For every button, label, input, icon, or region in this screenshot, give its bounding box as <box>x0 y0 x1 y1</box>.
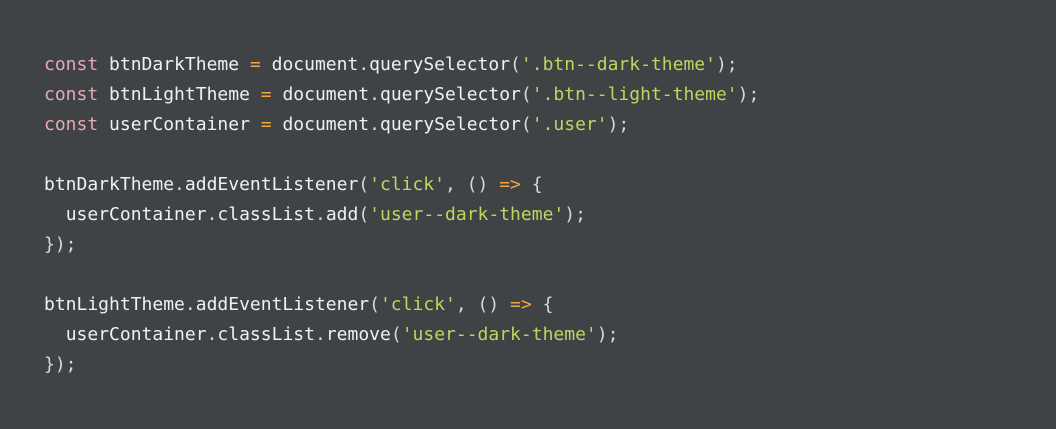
code-token-string: '.btn--dark-theme' <box>520 54 716 75</box>
code-token-prop: classList <box>217 324 315 345</box>
code-line: const btnDarkTheme = document.querySelec… <box>44 50 1056 80</box>
code-token-ident: userContainer <box>65 204 207 225</box>
code-token-punct: ); <box>564 204 586 225</box>
code-line: const btnLightTheme = document.querySele… <box>44 80 1056 110</box>
code-token-punct: , <box>455 294 478 315</box>
code-token-prop: querySelector <box>369 54 511 75</box>
code-token-string: 'user--dark-theme' <box>369 204 565 225</box>
code-token-prop: querySelector <box>380 84 521 105</box>
code-token-punct: ); <box>737 84 760 105</box>
code-token-punct: }); <box>44 354 77 375</box>
code-block: const btnDarkTheme = document.querySelec… <box>0 0 1056 429</box>
code-token-punct: }); <box>44 234 77 255</box>
code-token-ident: btnLightTheme <box>44 294 185 315</box>
code-token-op: = <box>249 54 261 75</box>
code-token-punct: ); <box>607 114 630 135</box>
code-line: btnLightTheme.addEventListener('click', … <box>44 290 1056 320</box>
code-token-keyword: const <box>44 114 99 135</box>
code-token-ident: btnLightTheme <box>109 84 250 105</box>
code-token-ident: document <box>282 84 370 105</box>
code-token-string: '.btn--light-theme' <box>531 84 738 105</box>
code-token-ident: userContainer <box>109 114 250 135</box>
code-token-string: 'click' <box>379 294 456 315</box>
code-line: }); <box>44 230 1056 260</box>
code-token-punct: ( <box>358 204 370 225</box>
code-token-prop: addEventListener <box>195 294 370 315</box>
code-token-op: => <box>510 294 532 315</box>
code-token-prop: remove <box>325 324 391 345</box>
code-token-punct: . <box>206 204 218 225</box>
code-token-ident: userContainer <box>65 324 207 345</box>
code-token-punct: ( <box>520 84 532 105</box>
code-token-punct: . <box>369 84 380 105</box>
code-token-punct: ( <box>369 294 380 315</box>
code-token-prop: addEventListener <box>184 174 359 195</box>
code-line: }); <box>44 350 1056 380</box>
code-token-punct: , <box>444 174 467 195</box>
code-token-keyword: const <box>44 54 99 75</box>
code-token-op: => <box>499 174 521 195</box>
code-line: userContainer.classList.add('user--dark-… <box>44 200 1056 230</box>
code-token-ident: document <box>271 54 359 75</box>
code-token-punct: ( <box>510 54 521 75</box>
code-token-ident: btnDarkTheme <box>44 174 175 195</box>
code-token-punct: . <box>358 54 370 75</box>
code-token-punct: ( <box>390 324 402 345</box>
code-token-prop: add <box>325 204 359 225</box>
code-token-punct: . <box>174 174 185 195</box>
code-line: const userContainer = document.querySele… <box>44 110 1056 140</box>
code-token-punct: . <box>206 324 218 345</box>
code-token-keyword: const <box>44 84 99 105</box>
code-line: btnDarkTheme.addEventListener('click', (… <box>44 170 1056 200</box>
code-token-prop: querySelector <box>380 114 521 135</box>
code-token-punct: . <box>314 324 326 345</box>
code-token-prop: classList <box>217 204 315 225</box>
code-line: userContainer.classList.remove('user--da… <box>44 320 1056 350</box>
code-token-punct: ( <box>358 174 370 195</box>
code-token-punct: ); <box>715 54 738 75</box>
code-token-string: '.user' <box>531 114 608 135</box>
code-token-punct: . <box>369 114 380 135</box>
code-token-punct: ); <box>596 324 619 345</box>
code-token-punct: . <box>184 294 196 315</box>
code-token-punct: ( <box>520 114 532 135</box>
code-token-string: 'click' <box>369 174 445 195</box>
code-token-op: = <box>260 114 272 135</box>
code-token-punct: () <box>477 294 500 315</box>
code-token-ident: document <box>282 114 370 135</box>
code-token-ident: btnDarkTheme <box>109 54 240 75</box>
code-token-string: 'user--dark-theme' <box>401 324 597 345</box>
code-token-punct: () <box>466 174 489 195</box>
code-token-op: = <box>260 84 272 105</box>
code-token-punct: . <box>314 204 326 225</box>
code-token-punct: { <box>542 294 554 315</box>
code-token-punct: { <box>531 174 543 195</box>
